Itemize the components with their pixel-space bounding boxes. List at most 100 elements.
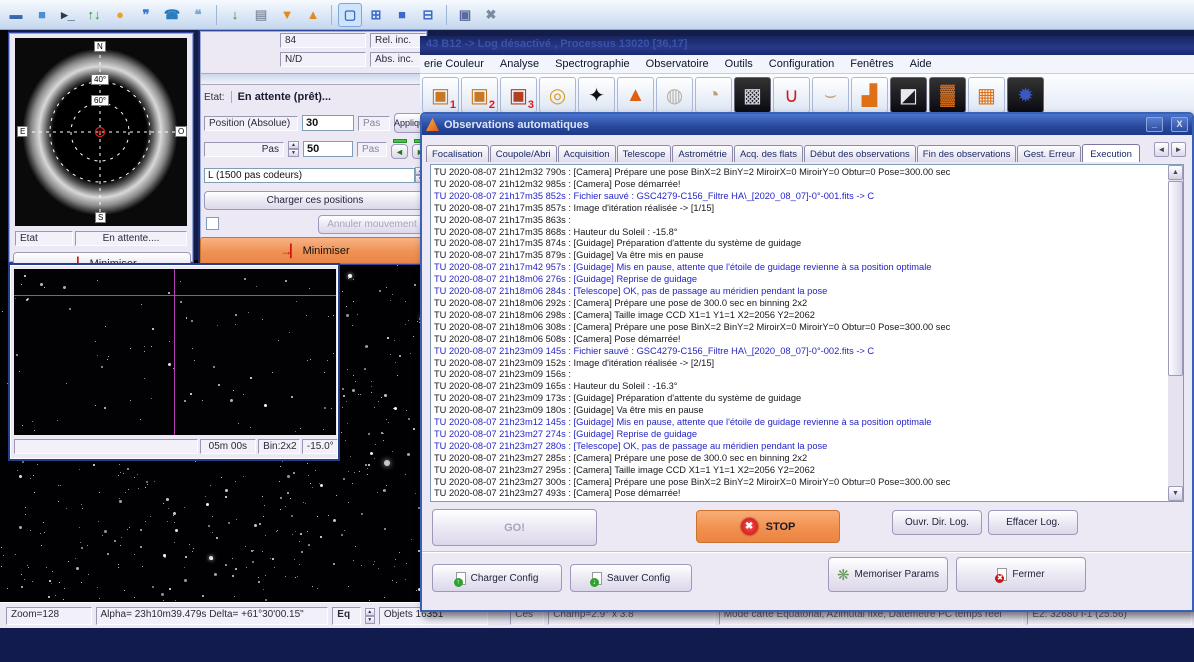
tab-gest-erreur[interactable]: Gest. Erreur bbox=[1017, 145, 1081, 162]
star bbox=[307, 360, 308, 361]
log-scrollbar[interactable]: ▲ ▼ bbox=[1168, 165, 1183, 501]
menu-item-configuration[interactable]: Configuration bbox=[769, 58, 834, 70]
setup-icon[interactable]: ◔ bbox=[695, 77, 732, 113]
menu-item-analyse[interactable]: Analyse bbox=[500, 58, 539, 70]
frame-select[interactable]: Eq bbox=[332, 607, 360, 625]
observations-titlebar[interactable]: Observations automatiques _ X bbox=[422, 114, 1192, 135]
frame-icon[interactable]: ◩ bbox=[890, 77, 927, 113]
import-icon[interactable]: ↓ bbox=[223, 3, 247, 27]
comment-icon[interactable]: ❝ bbox=[186, 3, 210, 27]
cone-icon[interactable]: ▲ bbox=[617, 77, 654, 113]
star bbox=[130, 348, 131, 349]
star bbox=[390, 354, 391, 355]
tab-acq-des-flats[interactable]: Acq. des flats bbox=[734, 145, 803, 162]
mosaic-icon[interactable]: ▦ bbox=[968, 77, 1005, 113]
star bbox=[410, 353, 411, 354]
tab-telescope[interactable]: Telescope bbox=[617, 145, 672, 162]
focuser-icon[interactable]: ◎ bbox=[539, 77, 576, 113]
menu-item-outils[interactable]: Outils bbox=[725, 58, 753, 70]
load-positions-button[interactable]: Charger ces positions bbox=[204, 191, 426, 210]
star bbox=[108, 356, 109, 357]
expand-icon[interactable]: ⊞ bbox=[364, 3, 388, 27]
star bbox=[344, 530, 345, 531]
gears-icon[interactable]: ✹ bbox=[1007, 77, 1044, 113]
scroll-up-arrow[interactable]: ▲ bbox=[1168, 165, 1183, 180]
panel-icon[interactable]: ▢ bbox=[338, 3, 362, 27]
open-log-dir-button[interactable]: Ouvr. Dir. Log. bbox=[892, 510, 982, 535]
star bbox=[140, 546, 142, 548]
star bbox=[151, 398, 152, 399]
menu-item-observatoire[interactable]: Observatoire bbox=[646, 58, 709, 70]
curve-icon[interactable]: ⌣ bbox=[812, 77, 849, 113]
preset-select[interactable]: L (1500 pas codeurs) bbox=[204, 168, 415, 183]
menu-item-aide[interactable]: Aide bbox=[910, 58, 932, 70]
camera2-icon[interactable]: ▣2 bbox=[461, 77, 498, 113]
go-button[interactable]: GO! bbox=[432, 509, 597, 546]
star bbox=[258, 581, 260, 583]
frame-spinner[interactable]: ▲▼ bbox=[365, 608, 375, 624]
close-window-button[interactable]: X bbox=[1171, 117, 1188, 132]
terminal-icon[interactable]: ▸_ bbox=[56, 3, 80, 27]
camera3-icon[interactable]: ▣3 bbox=[500, 77, 537, 113]
tab-fin-des-observations[interactable]: Fin des observations bbox=[917, 145, 1017, 162]
panel-solid-icon[interactable]: ■ bbox=[390, 3, 414, 27]
histogram-icon[interactable]: ▟ bbox=[851, 77, 888, 113]
log-line: TU 2020-08-07 21h18m06 276s : [Guidage] … bbox=[434, 274, 1181, 286]
tab-d-but-des-observations[interactable]: Début des observations bbox=[804, 145, 916, 162]
stop-button[interactable]: ✖ STOP bbox=[696, 510, 840, 543]
scroll-thumb[interactable] bbox=[1168, 181, 1183, 376]
scroll-down-arrow[interactable]: ▼ bbox=[1168, 486, 1183, 501]
tab-scroll-left[interactable]: ◄ bbox=[1154, 142, 1169, 157]
phone-icon[interactable]: ☎ bbox=[160, 3, 184, 27]
focuser-minimize-button[interactable]: →▏ Minimiser bbox=[200, 237, 430, 264]
sync-arrows-icon[interactable]: ↑↓ bbox=[82, 3, 106, 27]
memorize-params-button[interactable]: ❋ Memoriser Params bbox=[828, 557, 948, 592]
star bbox=[25, 507, 26, 508]
move-left-button[interactable]: ◄ bbox=[391, 144, 408, 159]
menu-item-spectrographie[interactable]: Spectrographie bbox=[555, 58, 630, 70]
console-icon[interactable]: ▬ bbox=[4, 3, 28, 27]
camera-image[interactable] bbox=[14, 269, 336, 435]
tab-focalisation[interactable]: Focalisation bbox=[426, 145, 489, 162]
display-icon[interactable]: ■ bbox=[30, 3, 54, 27]
tab-acquisition[interactable]: Acquisition bbox=[558, 145, 616, 162]
menu-item-fen-tres[interactable]: Fenêtres bbox=[850, 58, 893, 70]
dome-icon[interactable]: ◍ bbox=[656, 77, 693, 113]
cancel-move-button[interactable]: Annuler mouvement bbox=[318, 215, 426, 234]
network-icon[interactable]: ▤ bbox=[249, 3, 273, 27]
step-spinner[interactable]: ▲▼ bbox=[288, 141, 299, 157]
compress-icon[interactable]: ⊟ bbox=[416, 3, 440, 27]
copy-icon[interactable]: ▣ bbox=[453, 3, 477, 27]
step-input[interactable]: 50 bbox=[303, 141, 353, 157]
tab-astrom-trie[interactable]: Astrométrie bbox=[672, 145, 733, 162]
menu-item-erie-couleur[interactable]: erie Couleur bbox=[424, 58, 484, 70]
star bbox=[192, 551, 193, 552]
tools-icon[interactable]: ✖ bbox=[479, 3, 503, 27]
star bbox=[205, 496, 206, 497]
clear-log-button[interactable]: Effacer Log. bbox=[988, 510, 1078, 535]
position-input[interactable]: 30 bbox=[302, 115, 354, 131]
clamp-icon[interactable]: ∪ bbox=[773, 77, 810, 113]
package-up-icon[interactable]: ▲ bbox=[301, 3, 325, 27]
camera1-icon[interactable]: ▣1 bbox=[422, 77, 459, 113]
minimize-window-button[interactable]: _ bbox=[1146, 117, 1163, 132]
tab-coupole-abri[interactable]: Coupole/Abri bbox=[490, 145, 557, 162]
star bbox=[118, 564, 119, 565]
focuser-checkbox[interactable] bbox=[206, 217, 219, 230]
star bbox=[333, 563, 335, 565]
telescope-icon[interactable]: ✦ bbox=[578, 77, 615, 113]
close-button[interactable]: ✖ Fermer bbox=[956, 557, 1086, 592]
star bbox=[19, 526, 22, 529]
star bbox=[265, 599, 267, 601]
tab-scroll-right[interactable]: ► bbox=[1171, 142, 1186, 157]
package-down-icon[interactable]: ▼ bbox=[275, 3, 299, 27]
load-config-button[interactable]: ↑ Charger Config bbox=[432, 564, 562, 592]
columns-icon[interactable]: ▓ bbox=[929, 77, 966, 113]
chat-icon[interactable]: ❞ bbox=[134, 3, 158, 27]
coin-icon[interactable]: ● bbox=[108, 3, 132, 27]
ccd-image-icon[interactable]: ▩ bbox=[734, 77, 771, 113]
star bbox=[95, 341, 96, 342]
tab-execution[interactable]: Execution bbox=[1082, 144, 1140, 162]
save-config-button[interactable]: ↓ Sauver Config bbox=[570, 564, 692, 592]
log-output[interactable]: TU 2020-08-07 21h12m32 790s : [Camera] P… bbox=[430, 164, 1184, 502]
